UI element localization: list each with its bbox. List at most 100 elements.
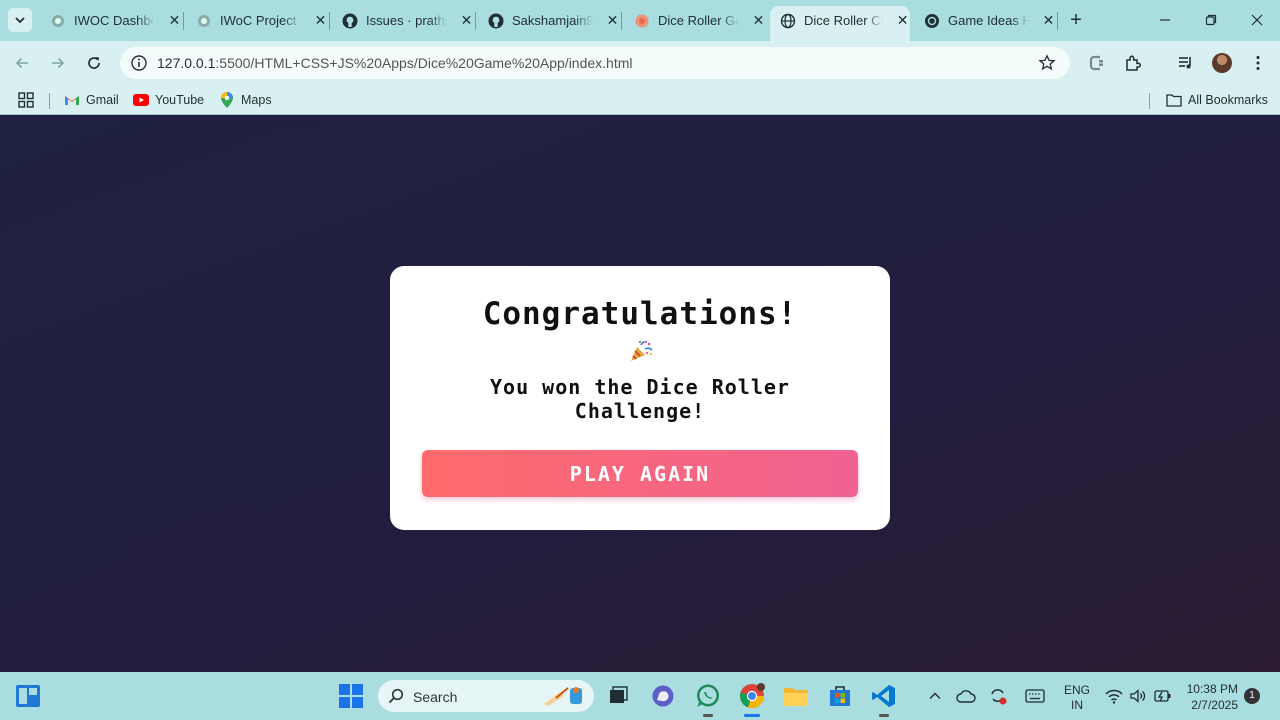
- tab-separator: [329, 12, 330, 30]
- region-code: IN: [1071, 698, 1083, 712]
- restore-icon: [1205, 14, 1217, 26]
- profile-avatar[interactable]: [1212, 53, 1232, 73]
- taskbar-search[interactable]: Search: [378, 680, 594, 712]
- notification-badge[interactable]: 1: [1244, 688, 1260, 704]
- tab-title: IWoC Project Listing: [220, 13, 301, 28]
- bookmark-gmail[interactable]: Gmail: [64, 92, 119, 108]
- chrome-icon[interactable]: [738, 682, 766, 717]
- tab-title: IWOC Dashboard: [74, 13, 155, 28]
- copilot-extension-icon[interactable]: [1087, 53, 1107, 73]
- running-indicator: [879, 714, 889, 717]
- system-clock[interactable]: 10:38 PM 2/7/2025: [1186, 681, 1238, 713]
- tab-title: Dice Roller Challenge: [804, 13, 883, 28]
- apps-button[interactable]: [18, 92, 40, 108]
- youtube-icon: [133, 92, 149, 108]
- battery-icon[interactable]: [1152, 686, 1172, 706]
- file-explorer-icon[interactable]: [782, 682, 810, 710]
- task-view-icon[interactable]: [604, 682, 632, 710]
- party-popper-icon: [631, 340, 653, 361]
- close-icon[interactable]: ✕: [895, 12, 910, 29]
- close-icon[interactable]: ✕: [751, 12, 766, 29]
- forward-button[interactable]: [45, 50, 71, 76]
- sync-error-icon[interactable]: [988, 686, 1008, 706]
- minimize-button[interactable]: [1142, 8, 1188, 32]
- close-icon[interactable]: ✕: [313, 12, 328, 29]
- vscode-icon[interactable]: [870, 682, 898, 717]
- tab-title: Sakshamjain9: [512, 13, 593, 28]
- active-indicator: [744, 714, 760, 717]
- page-content: Congratulations! You won the Dice Roller…: [0, 121, 1280, 672]
- arrow-right-icon: [52, 57, 65, 69]
- iwoc-favicon-icon: [196, 13, 212, 29]
- win-message: You won the Dice Roller Challenge!: [490, 375, 790, 423]
- close-icon[interactable]: ✕: [459, 12, 474, 29]
- chevron-down-icon: [15, 17, 25, 24]
- star-icon[interactable]: [1038, 54, 1056, 72]
- tab-separator: [475, 12, 476, 30]
- widgets-icon[interactable]: [14, 682, 42, 710]
- search-icon: [388, 688, 404, 704]
- minimize-icon: [1160, 19, 1170, 21]
- language-indicator[interactable]: ENG IN: [1064, 683, 1090, 713]
- chevron-up-icon[interactable]: [925, 686, 945, 706]
- congrats-title: Congratulations!: [482, 296, 798, 332]
- tab-separator: [621, 12, 622, 30]
- tab-title: Dice Roller Game: [658, 13, 739, 28]
- whatsapp-icon[interactable]: [694, 682, 722, 717]
- all-bookmarks-label: All Bookmarks: [1188, 93, 1268, 107]
- tab-title: Game Ideas Hub: [948, 13, 1029, 28]
- tab-search-button[interactable]: [8, 8, 32, 32]
- globe-icon: [780, 13, 796, 29]
- tab-iwoc-project[interactable]: IWoC Project Listing ✕: [186, 6, 328, 35]
- address-bar[interactable]: 127.0.0.1:5500/HTML+CSS+JS%20Apps/Dice%2…: [120, 47, 1070, 79]
- microsoft-store-icon[interactable]: [826, 682, 854, 710]
- media-control-icon[interactable]: [1176, 53, 1196, 73]
- reload-icon: [88, 57, 100, 69]
- tab-dice-roller-game[interactable]: Dice Roller Game ✕: [624, 6, 766, 35]
- search-placeholder: Search: [413, 689, 458, 705]
- teams-chat-icon[interactable]: [649, 682, 677, 710]
- iwoc-favicon-icon: [50, 13, 66, 29]
- wifi-icon[interactable]: [1104, 686, 1124, 706]
- keyboard-icon[interactable]: [1025, 686, 1045, 706]
- gmail-icon: [64, 92, 80, 108]
- tab-dice-roller-challenge[interactable]: Dice Roller Challenge ✕: [770, 6, 910, 41]
- win-dialog: Congratulations! You won the Dice Roller…: [390, 266, 890, 530]
- menu-dots-icon[interactable]: [1248, 53, 1268, 73]
- bookmark-label: Maps: [241, 93, 272, 107]
- bookmark-separator: [49, 93, 50, 109]
- folder-icon: [1166, 92, 1182, 108]
- tab-game-ideas[interactable]: Game Ideas Hub ✕: [914, 6, 1056, 35]
- openai-icon: [924, 13, 940, 29]
- play-again-button[interactable]: PLAY AGAIN: [422, 450, 858, 497]
- bookmarks-bar: Gmail YouTube Maps All Bookmarks: [0, 85, 1280, 115]
- restore-button[interactable]: [1188, 8, 1234, 32]
- clock-time: 10:38 PM: [1186, 682, 1238, 696]
- close-icon[interactable]: ✕: [167, 12, 182, 29]
- close-icon[interactable]: ✕: [605, 12, 620, 29]
- start-button[interactable]: [337, 682, 365, 710]
- site-info-icon[interactable]: [130, 54, 148, 72]
- window-close-button[interactable]: [1234, 8, 1280, 32]
- reload-button[interactable]: [81, 50, 107, 76]
- clock-date: 2/7/2025: [1191, 698, 1238, 712]
- extensions-icon[interactable]: [1123, 53, 1143, 73]
- bookmark-maps[interactable]: Maps: [219, 92, 272, 108]
- browser-toolbar: 127.0.0.1:5500/HTML+CSS+JS%20Apps/Dice%2…: [0, 41, 1280, 85]
- tab-issues[interactable]: Issues · prathima ✕: [332, 6, 474, 35]
- volume-icon[interactable]: [1128, 686, 1148, 706]
- bookmark-label: Gmail: [86, 93, 119, 107]
- tab-iwoc-dashboard[interactable]: IWOC Dashboard ✕: [40, 6, 182, 35]
- all-bookmarks-button[interactable]: All Bookmarks: [1166, 92, 1268, 108]
- tab-sakshamjain[interactable]: Sakshamjain9 ✕: [478, 6, 620, 35]
- back-button[interactable]: [9, 50, 35, 76]
- bookmark-youtube[interactable]: YouTube: [133, 92, 204, 108]
- github-icon: [342, 13, 358, 29]
- onedrive-icon[interactable]: [956, 686, 976, 706]
- new-tab-button[interactable]: +: [1066, 10, 1086, 30]
- close-icon[interactable]: ✕: [1041, 12, 1056, 29]
- bookmark-label: YouTube: [155, 93, 205, 107]
- running-indicator: [703, 714, 713, 717]
- url-text: 127.0.0.1:5500/HTML+CSS+JS%20Apps/Dice%2…: [157, 55, 633, 71]
- github-icon: [488, 13, 504, 29]
